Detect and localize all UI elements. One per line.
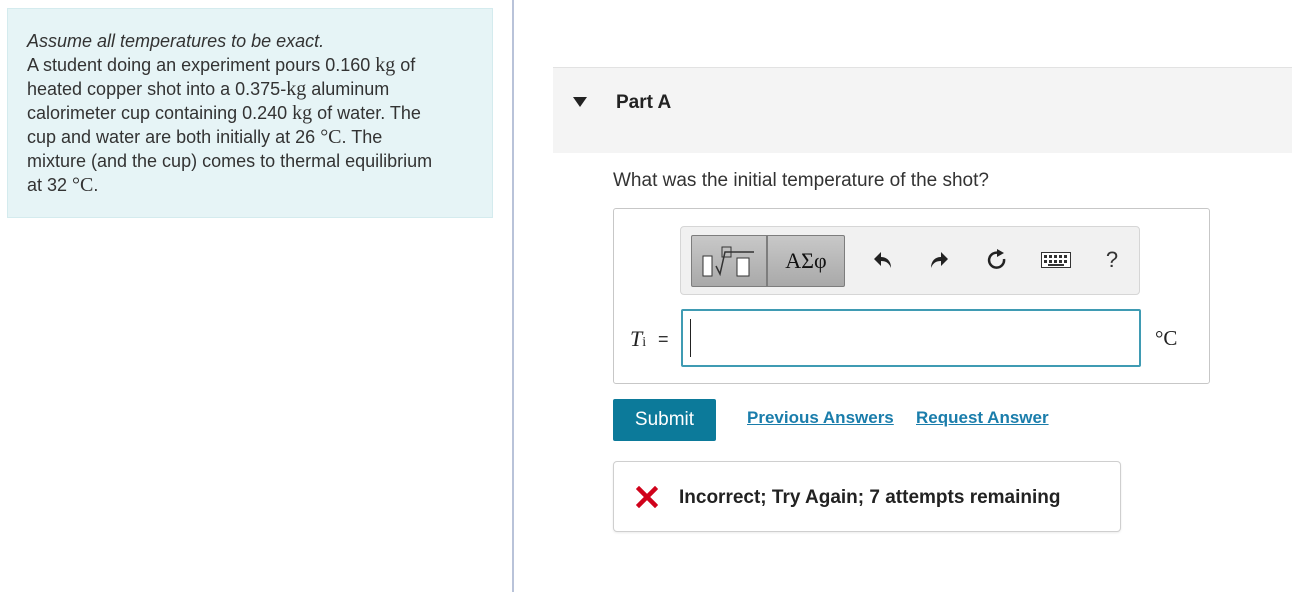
answer-input[interactable] [681,309,1141,367]
problem-text: cup and water are both initially at 26 [27,127,321,147]
unit-text: kg [375,54,396,76]
question-text: What was the initial temperature of the … [613,170,989,191]
unit-text: kg [292,102,313,124]
problem-line: calorimeter cup containing 0.240 kg of w… [27,101,474,125]
feedback-message: Incorrect; Try Again; 7 attempts remaini… [679,487,1061,508]
answer-box: ΑΣφ ? Ti = °C [613,208,1210,384]
redo-icon[interactable] [926,247,952,273]
keyboard-icon[interactable] [1039,247,1073,273]
part-title: Part A [616,92,672,113]
problem-line: A student doing an experiment pours 0.16… [27,53,474,77]
unit-label: °C [1155,326,1178,350]
previous-answers-link[interactable]: Previous Answers [747,408,894,428]
problem-line: at 32 °C. [27,173,474,197]
problem-panel: Assume all temperatures to be exact. A s… [7,8,493,218]
variable-subscript: i [642,335,647,350]
problem-line: mixture (and the cup) comes to thermal e… [27,151,433,171]
problem-text: of water. The [312,103,421,123]
problem-text: aluminum [306,79,390,99]
equals-sign: = [658,329,669,349]
problem-text: . The [341,127,383,147]
problem-text: . [93,175,99,195]
column-divider [512,0,514,592]
problem-line: cup and water are both initially at 26 °… [27,125,474,149]
greek-symbols-button[interactable]: ΑΣφ [767,235,845,287]
submit-button[interactable]: Submit [613,399,716,441]
unit-text: °C [320,126,342,148]
part-header[interactable]: Part A [553,67,1292,153]
help-icon[interactable]: ? [1099,247,1125,273]
problem-text: of [395,55,416,75]
reset-icon[interactable] [984,247,1010,273]
text-cursor [690,319,691,357]
problem-text: calorimeter cup containing 0.240 [27,103,293,123]
problem-line: heated copper shot into a 0.375-kg alumi… [27,77,474,101]
variable-label: Ti [630,326,646,352]
templates-button[interactable] [691,235,767,287]
math-toolbar: ΑΣφ ? [680,226,1140,295]
problem-text: heated copper shot into a 0.375- [27,79,287,99]
collapse-caret-icon[interactable] [573,97,587,107]
templates-icon [702,246,754,277]
problem-text: at 32 [27,175,73,195]
request-answer-link[interactable]: Request Answer [916,408,1049,428]
problem-text: A student doing an experiment pours 0.16… [27,55,376,75]
variable-symbol: T [630,326,643,351]
unit-text: °C [72,174,94,196]
incorrect-x-icon [636,486,658,508]
unit-text: kg [286,78,307,100]
feedback-box: Incorrect; Try Again; 7 attempts remaini… [613,461,1121,532]
problem-note: Assume all temperatures to be exact. [27,31,325,51]
undo-icon[interactable] [870,247,896,273]
